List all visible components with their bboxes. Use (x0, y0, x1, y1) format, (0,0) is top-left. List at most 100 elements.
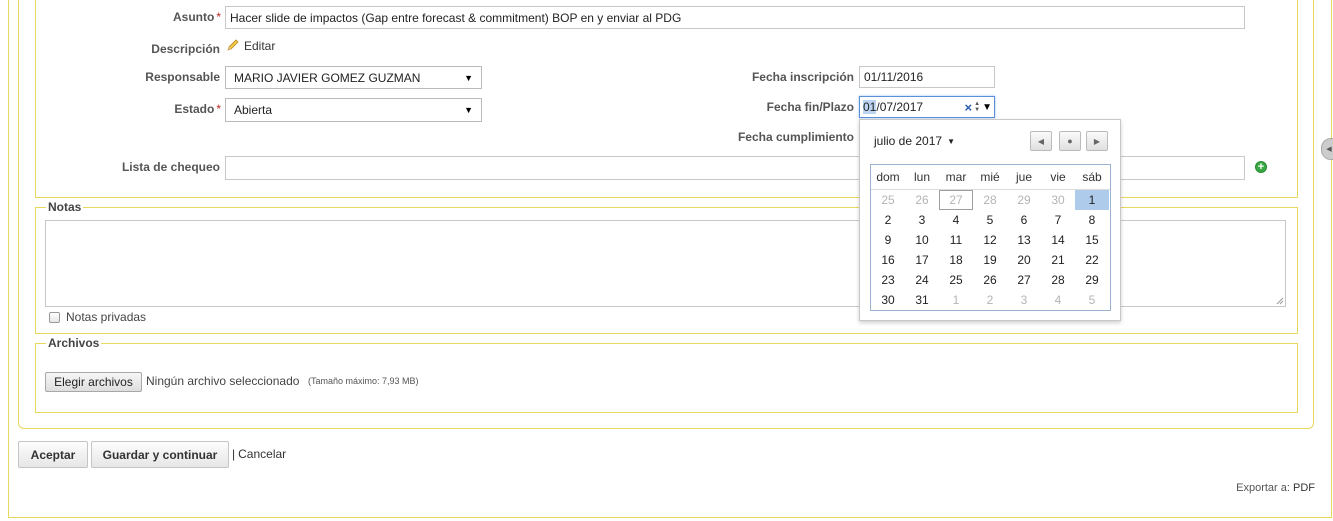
calendar-day[interactable]: 27 (1007, 270, 1041, 290)
calendar-day[interactable]: 4 (939, 210, 973, 230)
calendar-day[interactable]: 28 (1041, 270, 1075, 290)
calendar-day[interactable]: 25 (939, 270, 973, 290)
calendar-day[interactable]: 16 (871, 250, 905, 270)
calendar-day[interactable]: 5 (973, 210, 1007, 230)
weekday-label: jue (1015, 170, 1032, 184)
weekday-label: mié (980, 170, 1000, 184)
weekday-label: sáb (1082, 170, 1102, 184)
notas-privadas-option[interactable]: Notas privadas (49, 310, 146, 324)
estado-select[interactable]: Abierta ▼ (225, 98, 482, 122)
next-month-button[interactable]: ▶ (1086, 131, 1108, 151)
calendar-day[interactable]: 30 (1041, 190, 1075, 210)
calendar-day[interactable]: 1 (939, 290, 973, 310)
calendar-day[interactable]: 3 (1007, 290, 1041, 310)
lista-chequeo-label: Lista de chequeo (121, 160, 220, 174)
calendar-day[interactable]: 23 (871, 270, 905, 290)
export-label: Exportar a: (1236, 482, 1290, 494)
calendar-day[interactable]: 4 (1041, 290, 1075, 310)
month-label: julio de 2017 (874, 134, 943, 148)
calendar-day[interactable]: 26 (973, 270, 1007, 290)
calendar-day[interactable]: 14 (1041, 230, 1075, 250)
calendar-day[interactable]: 29 (1007, 190, 1041, 210)
calendar-day[interactable]: 13 (1007, 230, 1041, 250)
collapse-tab-icon[interactable]: ◀ (1321, 138, 1333, 160)
month-year-selector[interactable]: julio de 2017 ▼ (874, 134, 955, 148)
fecha-cumplimiento-label: Fecha cumplimiento (737, 130, 854, 144)
calendar-day[interactable]: 21 (1041, 250, 1075, 270)
required-mark: * (216, 102, 221, 116)
calendar-day[interactable]: 28 (973, 190, 1007, 210)
datepicker-popup: julio de 2017 ▼ ◀ ● ▶ dom lun mar mié ju… (859, 119, 1121, 321)
cancel-group: | Cancelar (232, 447, 286, 461)
editar-label: Editar (244, 39, 276, 53)
asunto-input[interactable]: Hacer slide de impactos (Gap entre forec… (225, 6, 1245, 29)
calendar-day[interactable]: 5 (1075, 290, 1109, 310)
resize-handle-icon[interactable] (1276, 297, 1284, 305)
weekday-label: dom (876, 170, 900, 184)
prev-month-button[interactable]: ◀ (1030, 131, 1052, 151)
calendar-day[interactable]: 26 (905, 190, 939, 210)
today-button[interactable]: ● (1059, 131, 1081, 151)
month-year-segment: /07/2017 (876, 100, 924, 114)
pencil-icon (226, 38, 240, 55)
calendar-day[interactable]: 20 (1007, 250, 1041, 270)
calendar-day[interactable]: 30 (871, 290, 905, 310)
calendar-day[interactable]: 7 (1041, 210, 1075, 230)
export-area: Exportar a: PDF (1200, 482, 1315, 494)
calendar-day[interactable]: 8 (1075, 210, 1109, 230)
fecha-inscripcion-input[interactable]: 01/11/2016 (859, 66, 995, 88)
calendar-dropdown-icon[interactable]: ▼ (982, 102, 992, 113)
calendar-day[interactable]: 2 (973, 290, 1007, 310)
add-checklist-icon[interactable]: + (1255, 161, 1267, 173)
chevron-right-icon: ▶ (1093, 136, 1101, 146)
descripcion-label: Descripción (151, 42, 220, 56)
calendar-day[interactable]: 29 (1075, 270, 1109, 290)
accept-button[interactable]: Aceptar (18, 441, 88, 468)
clear-icon[interactable]: × (965, 100, 973, 115)
calendar-day[interactable]: 24 (905, 270, 939, 290)
calendar-day[interactable]: 25 (871, 190, 905, 210)
calendar-day[interactable]: 22 (1075, 250, 1109, 270)
responsable-select[interactable]: MARIO JAVIER GOMEZ GUZMAN ▼ (225, 66, 482, 89)
weekday-header: dom lun mar mié jue vie sáb (871, 165, 1110, 190)
edit-description-link[interactable]: Editar (226, 38, 275, 54)
cancel-link[interactable]: Cancelar (238, 447, 286, 461)
calendar-day[interactable]: 11 (939, 230, 973, 250)
calendar-day-selected[interactable]: 1 (1075, 190, 1109, 210)
export-pdf-link[interactable]: PDF (1293, 482, 1315, 494)
save-continue-button[interactable]: Guardar y continuar (91, 441, 229, 468)
chevron-down-icon: ▼ (947, 136, 955, 146)
fecha-fin-input[interactable]: 01/07/2017 × ▲ ▼ ▼ (859, 96, 995, 118)
calendar-day-today[interactable]: 27 (939, 190, 973, 210)
separator: | (232, 447, 236, 461)
asunto-label: Asunto * (173, 10, 221, 24)
calendar-day[interactable]: 12 (973, 230, 1007, 250)
calendar-day[interactable]: 3 (905, 210, 939, 230)
notas-legend: Notas (48, 200, 82, 214)
calendar-day[interactable]: 6 (1007, 210, 1041, 230)
calendar-day[interactable]: 15 (1075, 230, 1109, 250)
weekday-label: lun (913, 170, 930, 184)
weekday-label: vie (1050, 170, 1066, 184)
calendar-day[interactable]: 9 (871, 230, 905, 250)
calendar-day[interactable]: 31 (905, 290, 939, 310)
notas-privadas-checkbox[interactable] (49, 311, 60, 323)
notas-privadas-label: Notas privadas (66, 310, 147, 324)
day-segment: 01 (863, 100, 877, 114)
no-file-text: Ningún archivo seleccionado (146, 374, 300, 388)
spinner-icon[interactable]: ▲ ▼ (974, 101, 980, 113)
calendar-day[interactable]: 2 (871, 210, 905, 230)
date-controls: × ▲ ▼ ▼ (965, 100, 992, 115)
calendar-day[interactable]: 17 (905, 250, 939, 270)
page-frame-right-edge (1331, 0, 1332, 518)
estado-value: Abierta (234, 103, 273, 117)
calendar-day[interactable]: 19 (973, 250, 1007, 270)
calendar-day[interactable]: 18 (939, 250, 973, 270)
responsable-label: Responsable (145, 70, 220, 84)
max-size-text: (Tamaño máximo: 7,93 MB) (308, 376, 419, 386)
calendar-day[interactable]: 10 (905, 230, 939, 250)
choose-files-button[interactable]: Elegir archivos (45, 372, 142, 392)
fecha-fin-value: 01/07/2017 (863, 100, 923, 114)
calendar-week: 23 24 25 26 27 28 29 (871, 270, 1110, 290)
calendar-week: 25 26 27 28 29 30 1 (871, 190, 1110, 210)
